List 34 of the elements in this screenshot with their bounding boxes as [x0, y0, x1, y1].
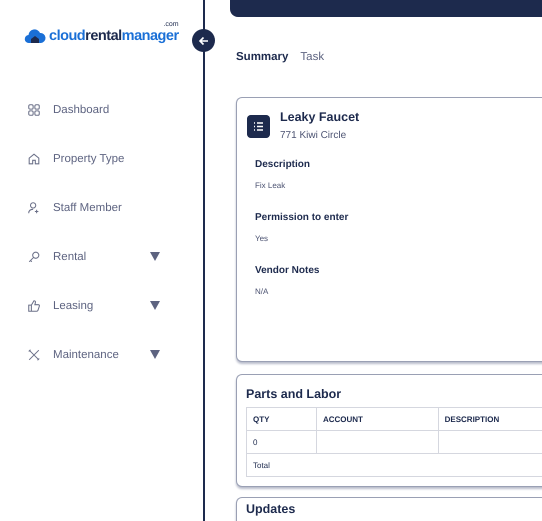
user-plus-icon [27, 200, 41, 214]
column-header: QTY [246, 408, 316, 430]
table-cell: 0 [246, 430, 316, 454]
field-label: Permission to enter [255, 212, 350, 223]
home-icon [27, 152, 41, 166]
arrow-left-icon [198, 34, 210, 46]
back-button[interactable] [192, 29, 215, 52]
tab[interactable]: Task [300, 51, 324, 63]
tab[interactable]: Summary [236, 51, 288, 63]
card-title: Updates [246, 502, 296, 516]
key-icon [27, 250, 41, 264]
column-header: DESCRIPTION [438, 408, 542, 430]
tools-icon [27, 348, 41, 362]
field-value: N/A [255, 287, 270, 296]
sidebar-item[interactable]: Maintenance [0, 330, 203, 379]
field-value: Yes [255, 234, 270, 243]
sidebar-item[interactable]: Rental [0, 232, 203, 281]
sidebar-item[interactable]: Leasing [0, 281, 203, 330]
list-icon [247, 115, 270, 138]
cloud-house-icon [24, 28, 46, 45]
sidebar-item[interactable]: Property Type [0, 134, 203, 183]
sidebar-item[interactable]: Staff Member [0, 183, 203, 232]
field-value: Fix Leak [255, 181, 286, 190]
card-title: Leaky Faucet [280, 110, 360, 124]
table-cell: Total [246, 454, 542, 476]
address-text: 771 Kiwi Circle [280, 130, 348, 141]
sidebar-item[interactable]: Dashboard [0, 85, 203, 134]
field-label: Vendor Notes [255, 265, 320, 276]
grid-icon [27, 102, 41, 116]
thumb-icon [27, 298, 41, 312]
field-label: Description [255, 159, 312, 170]
column-header: ACCOUNT [316, 408, 438, 430]
logo-text: cloudrentalmanager [49, 28, 179, 45]
card-title: Parts and Labor [246, 387, 342, 401]
